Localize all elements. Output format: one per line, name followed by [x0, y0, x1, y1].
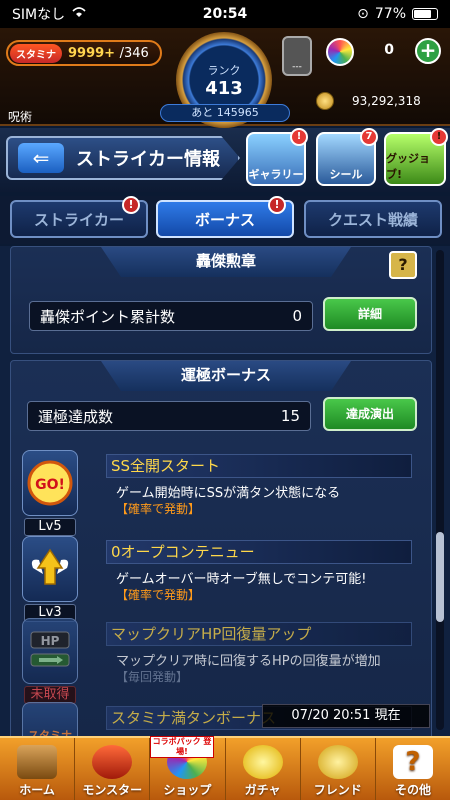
stamina-max: /346 [119, 45, 149, 61]
nav-monster-label: モンスター [82, 783, 143, 797]
bonus-trigger: 【確率で発動】 [116, 502, 201, 516]
help-button[interactable]: ? [389, 251, 417, 279]
tab-striker-label: ストライカー [33, 210, 124, 229]
scrollbar[interactable] [436, 250, 444, 730]
battery-percent: 77% [374, 6, 406, 22]
medal-panel-heading: 轟傑勲章 [101, 247, 351, 277]
svg-text:GO!: GO! [35, 477, 65, 493]
friend-icon [317, 745, 358, 779]
page-banner: ⇐ ストライカー情報 ギャラリー ! シール 7 グッジョブ! ! [0, 128, 450, 192]
bottom-nav: ホーム モンスター ショップ ガチャ フレンド ? その他 [0, 736, 450, 800]
bonus-item[interactable]: GO! Lv5 SS全開スタート ゲーム開始時にSSが満タン状態になる 【確率で… [20, 450, 420, 536]
orb-icon [326, 38, 354, 66]
carrier-label: SIMなし [12, 7, 66, 23]
hp-icon: HP [22, 618, 78, 684]
bonus-trigger: 【確率で発動】 [116, 588, 201, 602]
nav-home-label: ホーム [19, 783, 55, 797]
gallery-label: ギャラリー [248, 168, 304, 181]
gallery-alert-badge: ! [290, 128, 308, 146]
rank-next-exp: あと 145965 [160, 104, 290, 122]
bonus-name: マップクリアHP回復量アップ [106, 622, 412, 646]
rank-label: ランク [207, 63, 241, 77]
nav-friend-label: フレンド [313, 783, 362, 797]
luck-bonus-heading: 運極ボーナス [101, 361, 351, 391]
tab-bonus[interactable]: ボーナス ! [156, 196, 294, 238]
rank-value: 413 [205, 77, 243, 99]
player-title: 呪術 [8, 110, 33, 124]
stamina-bar[interactable]: スタミナ 9999+ /346 [6, 40, 162, 66]
seal-button[interactable]: シール 7 [316, 128, 378, 186]
buy-orb-button[interactable]: + [415, 38, 441, 64]
seal-count-badge: 7 [360, 128, 378, 146]
goodjob-alert-badge: ! [430, 128, 448, 146]
bonus-trigger: 【毎回発動】 [116, 670, 189, 684]
dragon-icon [92, 745, 133, 779]
wifi-icon [71, 6, 87, 22]
nav-other-label: その他 [394, 783, 431, 797]
nav-shop-label: ショップ [163, 783, 212, 797]
bonus-description: ゲーム開始時にSSが満タン状態になる [116, 486, 341, 501]
medal-points-box: 轟傑ポイント累計数 0 [29, 301, 313, 331]
scroll-thumb[interactable] [436, 532, 444, 622]
gallery-button[interactable]: ギャラリー ! [246, 128, 308, 186]
svg-text:HP: HP [41, 634, 60, 648]
bonus-name: 0オープコンテニュー [106, 540, 412, 564]
bonus-description: ゲームオーバー時オーブ無しでコンテ可能! [116, 572, 367, 587]
status-bar: SIMなし 20:54 ⊙ 77% [0, 0, 450, 28]
orb-count: 0 [384, 42, 394, 58]
medal-panel: 轟傑勲章 ? 轟傑ポイント累計数 0 詳細 [10, 246, 432, 354]
seal-label: シール [329, 168, 363, 181]
bonus-item[interactable]: HP 未取得 マップクリアHP回復量アップ マップクリア時に回復するHPの回復量… [20, 618, 420, 704]
bonus-level: Lv5 [24, 518, 76, 536]
stamina-label: スタミナ [10, 43, 62, 63]
goodjob-label: グッジョブ! [386, 152, 430, 181]
nav-monster[interactable]: モンスター [75, 738, 151, 800]
nav-gacha-label: ガチャ [244, 783, 281, 797]
bonus-description: マップクリア時に回復するHPの回復量が増加 [116, 654, 381, 669]
gacha-egg-icon [242, 745, 283, 779]
battery-icon [412, 8, 438, 20]
bonus-item[interactable]: Lv3 0オープコンテニュー ゲームオーバー時オーブ無しでコンテ可能! 【確率で… [20, 536, 420, 622]
nav-friend[interactable]: フレンド [301, 738, 376, 800]
question-icon: ? [392, 745, 433, 779]
back-arrow-icon: ⇐ [18, 143, 64, 173]
tab-striker-alert: ! [122, 196, 140, 214]
back-button[interactable]: ⇐ ストライカー情報 [6, 136, 240, 180]
luck-count-box: 運極達成数 15 [27, 401, 311, 431]
timestamp-overlay: 07/20 20:51 現在 [262, 704, 430, 728]
luck-count-value: 15 [280, 407, 300, 425]
clock: 20:54 [202, 6, 248, 22]
collab-pack-badge: コラボパック 登場! [150, 736, 214, 758]
house-icon [17, 745, 58, 779]
nav-other[interactable]: ? その他 [376, 738, 450, 800]
bonus-content[interactable]: 轟傑勲章 ? 轟傑ポイント累計数 0 詳細 運極ボーナス 運極達成数 15 達成… [0, 246, 450, 736]
tab-quest-record[interactable]: クエスト戦績 [304, 200, 442, 238]
rotation-lock-icon: ⊙ [357, 6, 369, 22]
gold-count: 93,292,318 [352, 94, 421, 108]
info-tabs: ストライカー ! ボーナス ! クエスト戦績 [0, 196, 450, 244]
medal-points-value: 0 [292, 307, 302, 325]
nav-home[interactable]: ホーム [0, 738, 76, 800]
nav-gacha[interactable]: ガチャ [226, 738, 301, 800]
medal-button[interactable]: --- [282, 36, 312, 76]
luck-count-label: 運極達成数 [38, 407, 114, 426]
stamina-icon: スタミナ [22, 702, 78, 736]
go-icon: GO! [22, 450, 78, 516]
bonus-name: SS全開スタート [106, 454, 412, 478]
goodjob-button[interactable]: グッジョブ! ! [384, 128, 448, 186]
achievement-show-button[interactable]: 達成演出 [323, 397, 417, 431]
winged-arrow-icon [22, 536, 78, 602]
detail-button[interactable]: 詳細 [323, 297, 417, 331]
medal-points-label: 轟傑ポイント累計数 [40, 307, 176, 326]
tab-bonus-alert: ! [268, 196, 286, 214]
page-title: ストライカー情報 [76, 149, 220, 170]
tab-striker[interactable]: ストライカー ! [10, 196, 148, 238]
tab-quest-record-label: クエスト戦績 [327, 210, 418, 229]
gold-coin-icon [316, 92, 334, 110]
tab-bonus-label: ボーナス [194, 210, 255, 229]
stamina-current: 9999+ [68, 45, 116, 61]
